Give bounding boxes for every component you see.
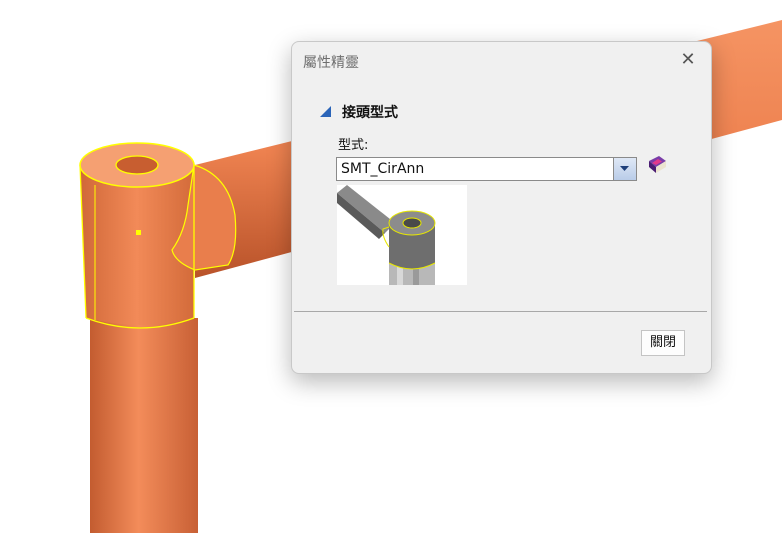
chevron-down-icon (620, 166, 629, 171)
dialog-separator (294, 311, 707, 312)
close-icon[interactable]: ✕ (675, 48, 701, 72)
section-label: 接頭型式 (342, 105, 398, 121)
type-dropdown-value: SMT_CirAnn (341, 161, 425, 177)
close-button[interactable]: 關閉 (641, 330, 685, 356)
triangle-bullet-icon (320, 106, 331, 117)
type-field-label: 型式: (338, 138, 369, 153)
property-wizard-dialog: 屬性精靈 ✕ 接頭型式 型式: SMT_CirAnn 關閉 (291, 41, 712, 374)
joint-bore (115, 155, 159, 175)
dialog-title: 屬性精靈 (303, 55, 359, 71)
vertical-pipe (90, 318, 198, 533)
joint-preview-image (337, 185, 467, 285)
dialog-titlebar[interactable]: 屬性精靈 ✕ (292, 42, 711, 78)
book-icon[interactable] (645, 153, 669, 177)
selection-point[interactable] (136, 230, 141, 235)
type-dropdown[interactable]: SMT_CirAnn (336, 157, 637, 181)
dropdown-arrow-button[interactable] (613, 158, 636, 180)
